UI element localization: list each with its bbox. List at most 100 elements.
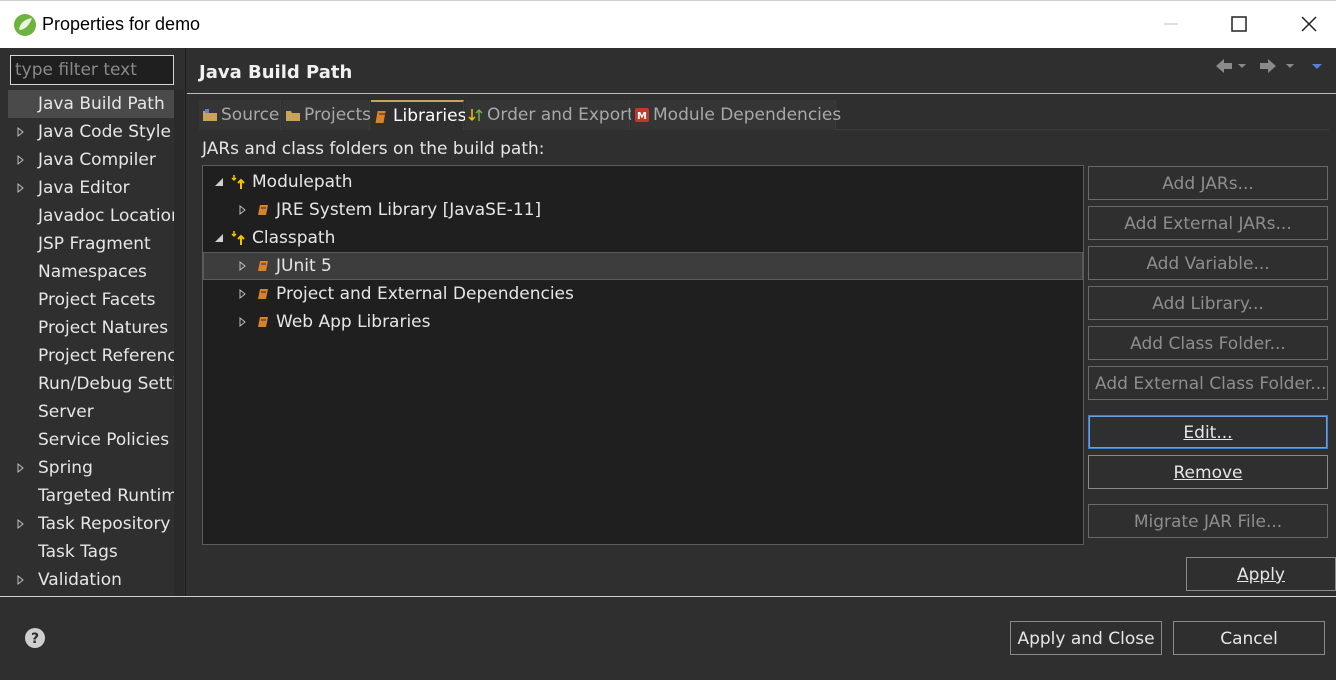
nav-item-service-policies[interactable]: Service Policies	[8, 426, 174, 454]
nav-item-label: Spring	[38, 458, 93, 478]
nav-item-java-editor[interactable]: Java Editor	[8, 174, 174, 202]
nav-item-project-references[interactable]: Project References	[8, 342, 174, 370]
nav-item-label: Java Code Style	[38, 122, 171, 142]
tree-row-label: Modulepath	[252, 172, 353, 192]
nav-item-task-repository[interactable]: Task Repository	[8, 510, 174, 538]
tab-projects[interactable]: Projects	[282, 100, 372, 130]
forward-arrow-icon[interactable]	[1260, 59, 1276, 73]
expand-arrow-icon[interactable]	[238, 289, 248, 299]
edit-button[interactable]: Edit...	[1088, 415, 1328, 449]
expand-arrow-icon[interactable]	[238, 205, 248, 215]
module-icon: M	[635, 108, 649, 122]
expand-arrow-icon[interactable]	[17, 575, 25, 585]
add-variable-button[interactable]: Add Variable...	[1088, 246, 1328, 280]
nav-item-targeted-runtimes[interactable]: Targeted Runtimes	[8, 482, 174, 510]
remove-button[interactable]: Remove	[1088, 455, 1328, 489]
library-icon	[375, 111, 386, 123]
tab-order-and-export[interactable]: Order and Export	[465, 100, 634, 130]
tree-row-project-and-external-dependencies[interactable]: Project and External Dependencies	[203, 280, 1083, 308]
collapse-arrow-icon[interactable]	[214, 233, 224, 243]
tree-row-label: Web App Libraries	[276, 312, 431, 332]
nav-item-namespaces[interactable]: Namespaces	[8, 258, 174, 286]
nav-item-validation[interactable]: Validation	[8, 566, 174, 594]
tree-row-modulepath[interactable]: Modulepath	[203, 168, 1083, 196]
cancel-button[interactable]: Cancel	[1173, 621, 1325, 655]
tree-row-classpath[interactable]: Classpath	[203, 224, 1083, 252]
build-path-tree[interactable]: Modulepath JRE System Library [JavaSE-11…	[202, 165, 1084, 545]
expand-arrow-icon[interactable]	[17, 127, 25, 137]
tab-module-dependencies[interactable]: M Module Dependencies	[631, 100, 841, 130]
add-external-jars-button[interactable]: Add External JARs...	[1088, 206, 1328, 240]
nav-item-label: Service Policies	[38, 430, 170, 450]
expand-arrow-icon[interactable]	[238, 261, 248, 271]
nav-item-java-build-path[interactable]: Java Build Path	[8, 90, 174, 118]
tree-row-web-app-libraries[interactable]: Web App Libraries	[203, 308, 1083, 336]
help-icon[interactable]: ?	[24, 627, 46, 649]
view-menu-icon[interactable]	[1312, 64, 1322, 69]
nav-item-label: Task Tags	[38, 542, 118, 562]
tab-label: Projects	[304, 105, 372, 125]
library-icon	[258, 205, 268, 215]
preference-nav-list: Java Build Path Java Code Style Java Com…	[8, 90, 174, 596]
source-folder-icon	[203, 109, 217, 121]
svg-text:?: ?	[31, 631, 39, 647]
modulepath-icon	[231, 175, 245, 189]
preference-nav-pane: Java Build Path Java Code Style Java Com…	[0, 48, 186, 596]
apply-button[interactable]: Apply	[1186, 557, 1336, 591]
tab-source[interactable]: Source	[199, 100, 281, 130]
add-library-button[interactable]: Add Library...	[1088, 286, 1328, 320]
nav-item-label: JSP Fragment	[38, 234, 151, 254]
nav-item-javadoc-location[interactable]: Javadoc Location	[8, 202, 174, 230]
collapse-arrow-icon[interactable]	[214, 177, 224, 187]
back-arrow-icon[interactable]	[1216, 59, 1232, 73]
tab-label: Source	[221, 105, 280, 125]
folder-icon	[286, 111, 300, 121]
nav-item-project-facets[interactable]: Project Facets	[8, 286, 174, 314]
forward-dropdown-icon[interactable]	[1286, 64, 1294, 68]
tab-libraries[interactable]: Libraries	[371, 100, 466, 130]
nav-item-jsp-fragment[interactable]: JSP Fragment	[8, 230, 174, 258]
nav-item-label: Java Editor	[38, 178, 130, 198]
nav-item-label: Java Build Path	[38, 94, 165, 114]
order-arrows-icon	[468, 108, 483, 122]
maximize-icon[interactable]	[1226, 11, 1252, 37]
nav-item-task-tags[interactable]: Task Tags	[8, 538, 174, 566]
tree-row-label: JUnit 5	[276, 256, 332, 276]
expand-arrow-icon[interactable]	[17, 463, 25, 473]
nav-item-java-compiler[interactable]: Java Compiler	[8, 146, 174, 174]
nav-item-label: Task Repository	[38, 514, 171, 534]
expand-arrow-icon[interactable]	[17, 155, 25, 165]
expand-arrow-icon[interactable]	[17, 183, 25, 193]
close-icon[interactable]	[1296, 11, 1322, 37]
apply-and-close-button[interactable]: Apply and Close	[1010, 621, 1162, 655]
nav-item-server[interactable]: Server	[8, 398, 174, 426]
nav-scrollbar[interactable]	[174, 90, 184, 596]
add-jars-button[interactable]: Add JARs...	[1088, 166, 1328, 200]
nav-item-label: Project Facets	[38, 290, 156, 310]
nav-item-spring[interactable]: Spring	[8, 454, 174, 482]
classpath-icon	[231, 231, 245, 245]
tree-row-label: JRE System Library [JavaSE-11]	[276, 200, 542, 220]
add-class-folder-button[interactable]: Add Class Folder...	[1088, 326, 1328, 360]
nav-item-label: Javadoc Location	[38, 206, 174, 226]
properties-page: Java Build Path Source Projects Librarie…	[187, 48, 1336, 596]
nav-item-label: Targeted Runtimes	[38, 486, 174, 506]
tree-row-label: Project and External Dependencies	[276, 284, 574, 304]
nav-item-label: Java Compiler	[38, 150, 156, 170]
minimize-icon[interactable]	[1158, 11, 1184, 37]
nav-item-run-debug-settings[interactable]: Run/Debug Settings	[8, 370, 174, 398]
back-dropdown-icon[interactable]	[1238, 64, 1246, 68]
page-title: Java Build Path	[199, 62, 353, 83]
add-external-class-folder-button[interactable]: Add External Class Folder...	[1088, 366, 1328, 400]
expand-arrow-icon[interactable]	[238, 317, 248, 327]
tree-row-junit-5[interactable]: JUnit 5	[203, 252, 1083, 280]
tree-row-label: Classpath	[252, 228, 336, 248]
migrate-jar-file-button[interactable]: Migrate JAR File...	[1088, 504, 1328, 538]
nav-item-project-natures[interactable]: Project Natures	[8, 314, 174, 342]
tree-row-jre-system-library[interactable]: JRE System Library [JavaSE-11]	[203, 196, 1083, 224]
expand-arrow-icon[interactable]	[17, 519, 25, 529]
nav-item-java-code-style[interactable]: Java Code Style	[8, 118, 174, 146]
library-icon	[258, 317, 268, 327]
filter-input[interactable]	[10, 55, 174, 85]
page-header: Java Build Path	[187, 48, 1336, 94]
